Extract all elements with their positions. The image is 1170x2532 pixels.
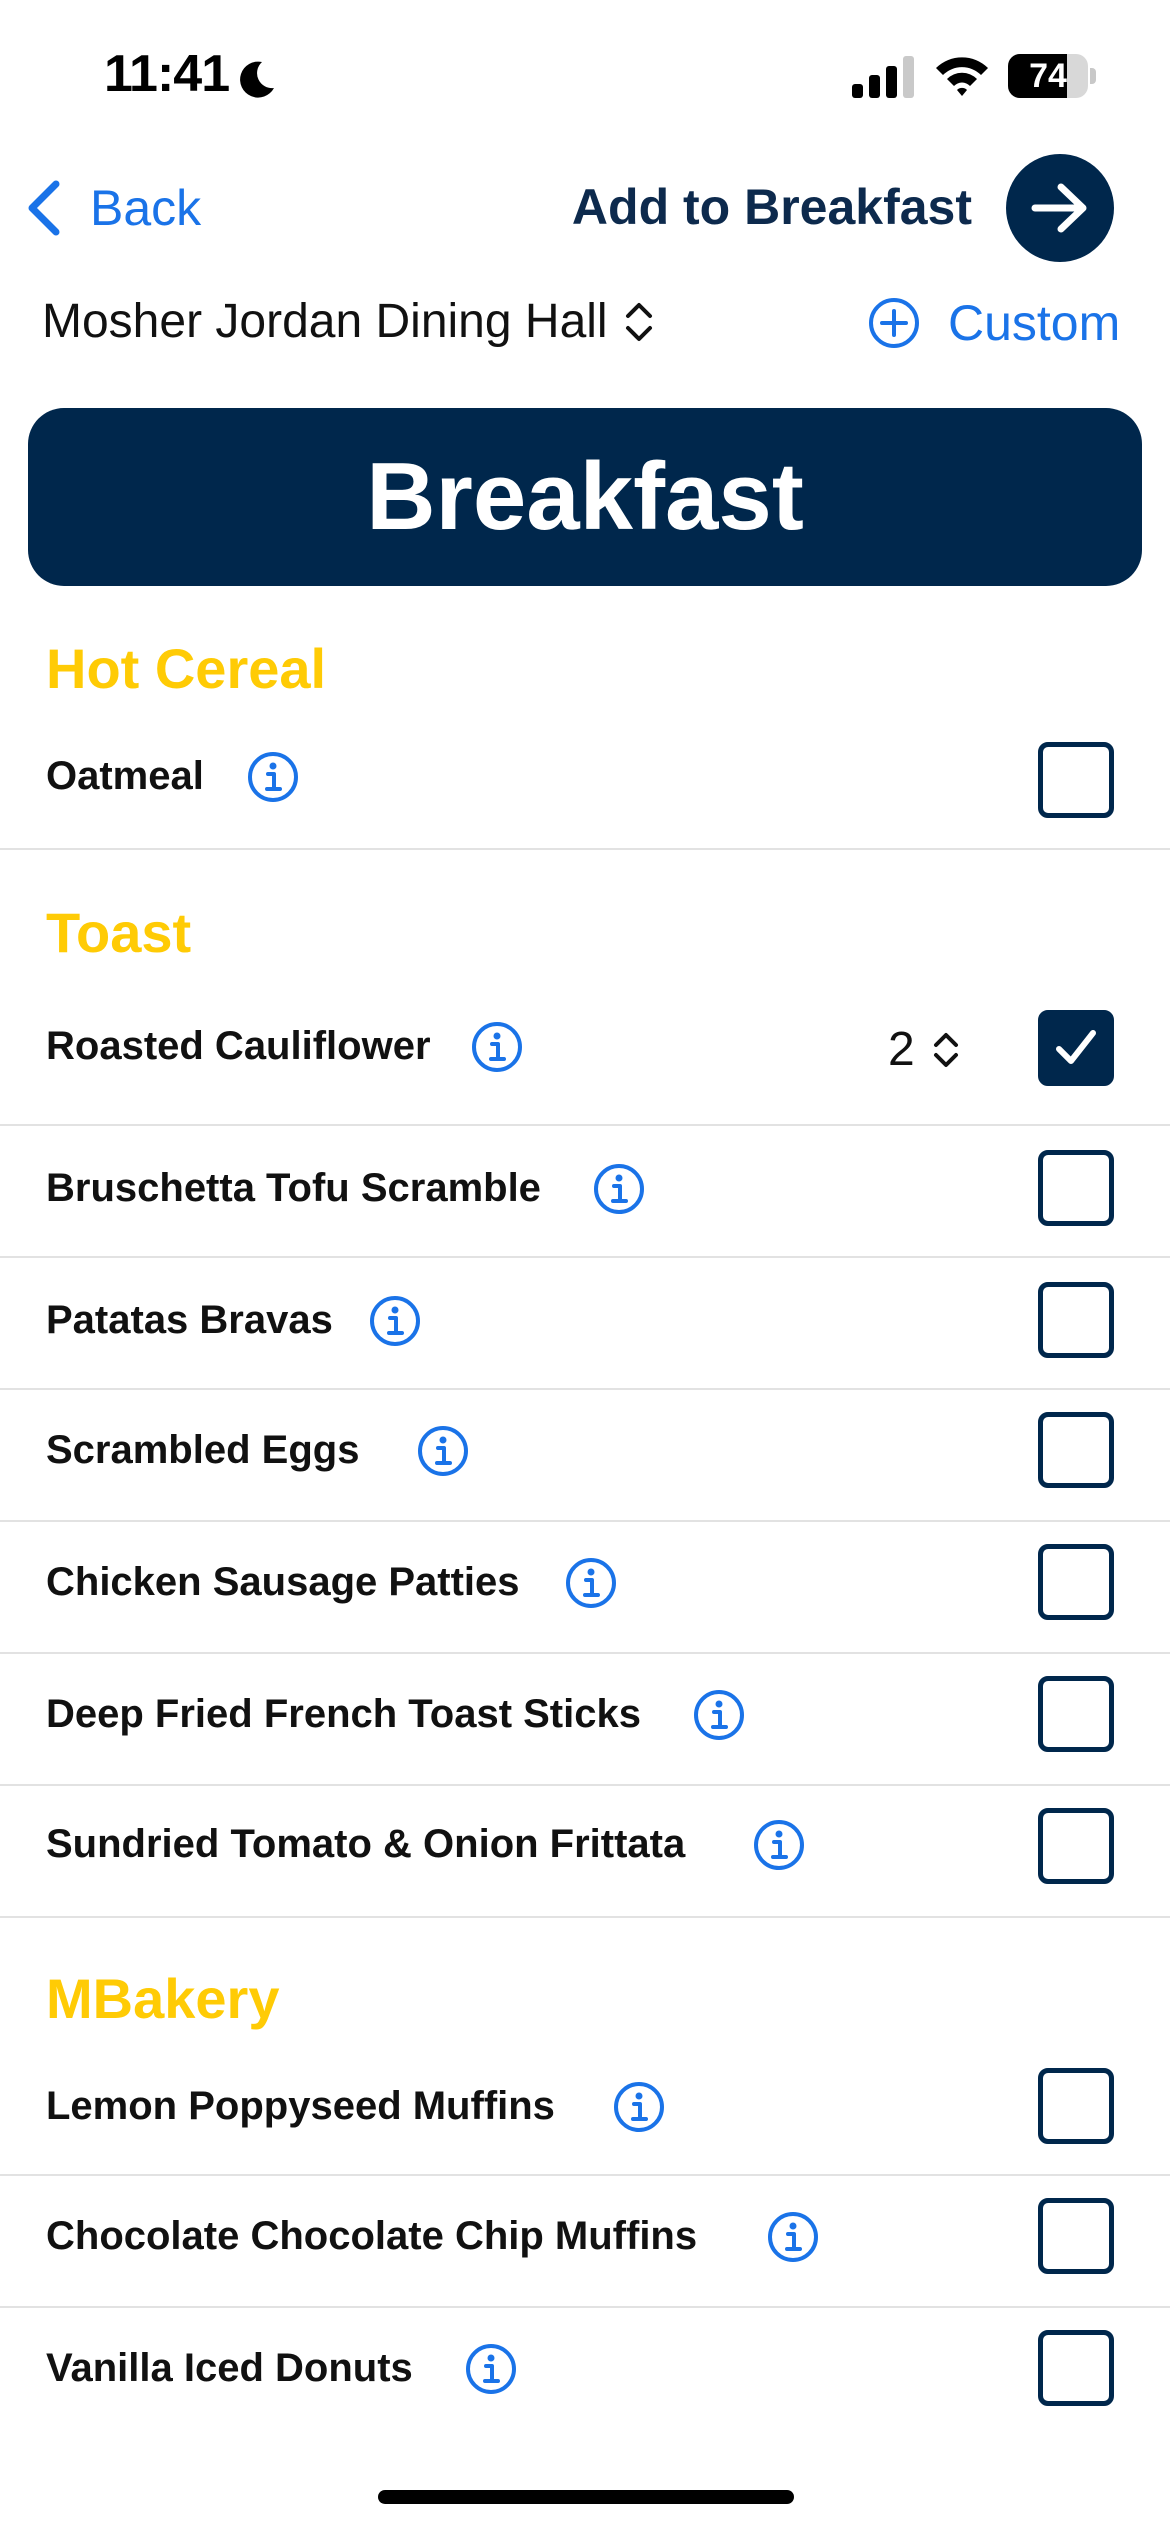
battery-indicator: 74 [1008,54,1096,98]
battery-percent: 74 [1029,57,1067,95]
cellular-signal-icon [852,56,914,98]
menu-item-row[interactable]: Deep Fried French Toast Sticks [0,1654,1170,1786]
menu-item-row[interactable]: Scrambled Eggs [0,1390,1170,1522]
item-name: Chicken Sausage Patties [46,1560,520,1604]
item-name: Deep Fried French Toast Sticks [46,1692,641,1736]
menu-item-row[interactable]: Vanilla Iced Donuts [0,2308,1170,2440]
item-checkbox[interactable] [1038,1412,1114,1488]
info-icon[interactable] [592,1162,646,1216]
item-checkbox[interactable] [1038,2330,1114,2406]
item-checkbox[interactable] [1038,1150,1114,1226]
menu-item-row[interactable]: Lemon Poppyseed Muffins [0,2044,1170,2176]
item-checkbox[interactable] [1038,1282,1114,1358]
info-icon[interactable] [416,1424,470,1478]
menu-item-row[interactable]: Chocolate Chocolate Chip Muffins [0,2176,1170,2308]
item-name: Sundried Tomato & Onion Frittata [46,1822,686,1866]
item-checkbox[interactable] [1038,1544,1114,1620]
item-name: Vanilla Iced Donuts [46,2346,413,2390]
item-name: Oatmeal [46,754,204,798]
chevron-left-icon [28,180,60,236]
battery-body: 74 [1008,54,1088,98]
chevron-up-down-icon [625,302,652,341]
back-label: Back [90,180,202,236]
add-to-meal-screen: 11:41 74 Back Add to Breakfast Mosher Jo… [0,0,1170,2532]
home-indicator[interactable] [378,2490,794,2504]
menu-item-row[interactable]: Patatas Bravas [0,1258,1170,1390]
info-icon[interactable] [692,1688,746,1742]
item-name: Chocolate Chocolate Chip Muffins [46,2214,698,2258]
info-icon[interactable] [766,2210,820,2264]
item-checkbox[interactable] [1038,2068,1114,2144]
info-icon[interactable] [564,1556,618,1610]
item-name: Patatas Bravas [46,1298,333,1342]
arrow-right-icon [1031,183,1087,233]
menu-item-row[interactable]: Roasted Cauliflower 2 [0,980,1170,1126]
menu-item-row[interactable]: Sundried Tomato & Onion Frittata [0,1786,1170,1918]
item-checkbox-checked[interactable] [1038,1010,1114,1086]
item-name: Bruschetta Tofu Scramble [46,1166,541,1210]
custom-item-button[interactable]: Custom [868,294,1120,352]
plus-circle-icon [869,298,919,348]
back-button[interactable]: Back [24,168,201,248]
battery-tip [1090,68,1096,84]
wifi-icon [936,57,988,96]
info-icon[interactable] [464,2342,518,2396]
meal-banner: Breakfast [28,408,1142,586]
info-icon[interactable] [470,1020,524,1074]
item-name: Scrambled Eggs [46,1428,360,1472]
item-checkbox[interactable] [1038,2198,1114,2274]
custom-label: Custom [948,295,1121,351]
info-icon[interactable] [368,1294,422,1348]
moon-icon [240,61,274,98]
status-bar: 11:41 74 [0,0,1170,150]
section-title-toast: Toast [46,901,192,964]
item-name: Roasted Cauliflower [46,1024,431,1068]
chevron-up-down-icon [933,1032,958,1067]
dining-hall-name: Mosher Jordan Dining Hall [42,295,608,348]
info-icon[interactable] [752,1818,806,1872]
quantity-stepper[interactable]: 2 [888,1022,961,1077]
menu-item-row[interactable]: Chicken Sausage Patties [0,1522,1170,1654]
item-checkbox[interactable] [1038,1808,1114,1884]
quantity-value: 2 [888,1023,915,1076]
checkmark-icon [1056,1030,1096,1064]
info-icon[interactable] [612,2080,666,2134]
menu-item-row[interactable]: Bruschetta Tofu Scramble [0,1126,1170,1258]
section-title-hot-cereal: Hot Cereal [46,637,327,700]
menu-item-row[interactable]: Oatmeal [0,712,1170,850]
item-checkbox[interactable] [1038,742,1114,818]
status-time: 11:41 [104,45,230,103]
info-icon[interactable] [246,750,300,804]
continue-button[interactable] [1006,154,1114,262]
page-title: Add to Breakfast [571,179,972,235]
item-name: Lemon Poppyseed Muffins [46,2084,555,2128]
dining-hall-picker[interactable]: Mosher Jordan Dining Hall [42,294,656,349]
section-title-mbakery: MBakery [46,1967,280,2030]
item-checkbox[interactable] [1038,1676,1114,1752]
